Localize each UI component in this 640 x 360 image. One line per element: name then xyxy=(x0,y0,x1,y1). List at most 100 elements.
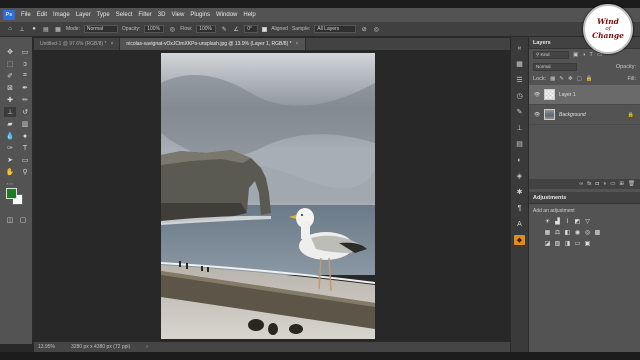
photo-filter-icon[interactable]: ◉ xyxy=(574,229,581,236)
menu-file[interactable]: File xyxy=(21,12,31,18)
zoom-tool-icon[interactable]: ⚲ xyxy=(19,167,31,177)
layer-name[interactable]: Background xyxy=(559,112,586,118)
filter-adjustment-icon[interactable]: ◑ xyxy=(582,52,585,58)
close-icon[interactable]: × xyxy=(296,41,299,47)
filter-pixel-icon[interactable]: ▣ xyxy=(573,52,578,58)
brush-settings-icon[interactable]: ▤ xyxy=(42,25,50,33)
color-icon[interactable]: ◐ xyxy=(514,155,525,165)
frame-tool-icon[interactable]: ⊠ xyxy=(4,83,16,93)
move-tool-icon[interactable]: ✥ xyxy=(4,47,16,57)
layer-name[interactable]: Layer 1 xyxy=(559,92,576,98)
mode-select[interactable]: Normal xyxy=(83,25,118,33)
sample-select[interactable]: All Layers xyxy=(314,25,357,33)
menu-edit[interactable]: Edit xyxy=(37,12,47,18)
zoom-level[interactable]: 13.95% xyxy=(38,344,55,350)
lasso-tool-icon[interactable]: ↄ xyxy=(19,59,31,69)
curves-icon[interactable]: ⌇ xyxy=(564,218,571,225)
clone-source-panel-icon[interactable]: ⊥ xyxy=(514,123,525,133)
filter-type-icon[interactable]: T xyxy=(590,52,593,58)
airbrush-icon[interactable]: ✎ xyxy=(220,25,228,33)
tab-seagull-photo[interactable]: nicolas-savignat-vOxJCtmXKPo-unsplash.jp… xyxy=(120,38,306,50)
paths-icon[interactable]: ✱ xyxy=(514,187,525,197)
menu-select[interactable]: Select xyxy=(116,12,133,18)
pressure-size-icon[interactable]: ◎ xyxy=(372,25,380,33)
home-icon[interactable]: ⌂ xyxy=(6,25,14,33)
path-select-tool-icon[interactable]: ➤ xyxy=(4,155,16,165)
new-layer-icon[interactable]: ⊞ xyxy=(619,181,624,187)
selective-color-icon[interactable]: ▣ xyxy=(584,240,591,247)
collapse-panels-icon[interactable]: « xyxy=(514,43,525,53)
gradient-tool-icon[interactable]: ▥ xyxy=(19,119,31,129)
lock-all-icon[interactable]: 🔒 xyxy=(586,76,593,82)
black-white-icon[interactable]: ◧ xyxy=(564,229,571,236)
document-canvas[interactable] xyxy=(161,53,375,339)
type-tool-icon[interactable]: T xyxy=(19,143,31,153)
quick-mask-icon[interactable]: ◫ xyxy=(4,215,16,225)
exposure-icon[interactable]: ◩ xyxy=(574,218,581,225)
lock-position-icon[interactable]: ✥ xyxy=(568,76,573,82)
trash-icon[interactable]: 🗑 xyxy=(628,181,635,187)
hue-saturation-icon[interactable]: ▦ xyxy=(544,229,551,236)
menu-plugins[interactable]: Plugins xyxy=(190,12,210,18)
menu-view[interactable]: View xyxy=(171,12,184,18)
levels-icon[interactable]: ▟ xyxy=(554,218,561,225)
3d-panel-icon[interactable]: ◆ xyxy=(514,235,525,245)
fx-icon[interactable]: fx xyxy=(587,181,591,187)
rectangle-tool-icon[interactable]: ▭ xyxy=(19,155,31,165)
layer-row-layer-1[interactable]: 👁 Layer 1 xyxy=(529,85,640,105)
menu-image[interactable]: Image xyxy=(53,12,70,18)
artboard-tool-icon[interactable]: ▭ xyxy=(19,47,31,57)
history-icon[interactable]: ◷ xyxy=(514,91,525,101)
menu-3d[interactable]: 3D xyxy=(158,12,166,18)
clone-stamp-icon[interactable]: ⊥ xyxy=(18,25,26,33)
hand-tool-icon[interactable]: ✋ xyxy=(4,167,16,177)
kind-filter[interactable]: ⚲ Kind xyxy=(533,51,569,59)
gradient-map-icon[interactable]: ▭ xyxy=(574,240,581,247)
eraser-tool-icon[interactable]: ▰ xyxy=(4,119,16,129)
status-arrow-icon[interactable]: › xyxy=(146,344,148,350)
layer-row-background[interactable]: 👁 Background 🔒 xyxy=(529,105,640,125)
lock-artboard-icon[interactable]: ▢ xyxy=(577,76,582,82)
angle-field[interactable]: 0° xyxy=(244,25,259,33)
pen-tool-icon[interactable]: ✑ xyxy=(4,143,16,153)
paragraph-icon[interactable]: ¶ xyxy=(514,203,525,213)
posterize-icon[interactable]: ▨ xyxy=(554,240,561,247)
adjustments-panel-title[interactable]: Adjustments xyxy=(529,192,640,204)
history-brush-tool-icon[interactable]: ↺ xyxy=(19,107,31,117)
threshold-icon[interactable]: ◨ xyxy=(564,240,571,247)
color-balance-icon[interactable]: ⚖ xyxy=(554,229,561,236)
libraries-icon[interactable]: ▦ xyxy=(514,59,525,69)
properties-icon[interactable]: ☰ xyxy=(514,75,525,85)
canvas-area[interactable] xyxy=(34,50,510,342)
invert-icon[interactable]: ◪ xyxy=(544,240,551,247)
channels-icon[interactable]: ◈ xyxy=(514,171,525,181)
swatches-icon[interactable]: ▤ xyxy=(514,139,525,149)
clone-stamp-tool-icon[interactable]: ⊥ xyxy=(4,107,16,117)
flow-field[interactable]: 100% xyxy=(196,25,217,33)
vibrance-icon[interactable]: ▽ xyxy=(584,218,591,225)
menu-filter[interactable]: Filter xyxy=(138,12,151,18)
healing-brush-tool-icon[interactable]: ✚ xyxy=(4,95,16,105)
aligned-checkbox[interactable] xyxy=(262,26,268,32)
foreground-color-swatch[interactable] xyxy=(6,188,17,199)
blur-tool-icon[interactable]: 💧 xyxy=(4,131,16,141)
menu-help[interactable]: Help xyxy=(243,12,255,18)
menu-window[interactable]: Window xyxy=(216,12,237,18)
crop-tool-icon[interactable]: ⌗ xyxy=(19,71,31,81)
screen-mode-icon[interactable]: ▢ xyxy=(17,215,29,225)
brush-preset-icon[interactable]: ● xyxy=(30,25,38,33)
visibility-eye-icon[interactable]: 👁 xyxy=(534,92,540,98)
character-icon[interactable]: A xyxy=(514,219,525,229)
pressure-opacity-icon[interactable]: ◎ xyxy=(168,25,176,33)
quick-select-tool-icon[interactable]: ✐ xyxy=(4,71,16,81)
brush-tool-icon[interactable]: ✏ xyxy=(19,95,31,105)
ignore-adjustment-icon[interactable]: ⊘ xyxy=(360,25,368,33)
clone-source-icon[interactable]: ▦ xyxy=(54,25,62,33)
visibility-eye-icon[interactable]: 👁 xyxy=(534,112,540,118)
folder-icon[interactable]: ▭ xyxy=(610,181,615,187)
lock-pixels-icon[interactable]: ▦ xyxy=(550,76,555,82)
adjustment-icon[interactable]: ◑ xyxy=(603,181,606,187)
mask-icon[interactable]: ◘ xyxy=(596,181,599,187)
blend-mode-select[interactable]: Normal xyxy=(533,63,577,71)
lock-paint-icon[interactable]: ✎ xyxy=(559,76,564,82)
